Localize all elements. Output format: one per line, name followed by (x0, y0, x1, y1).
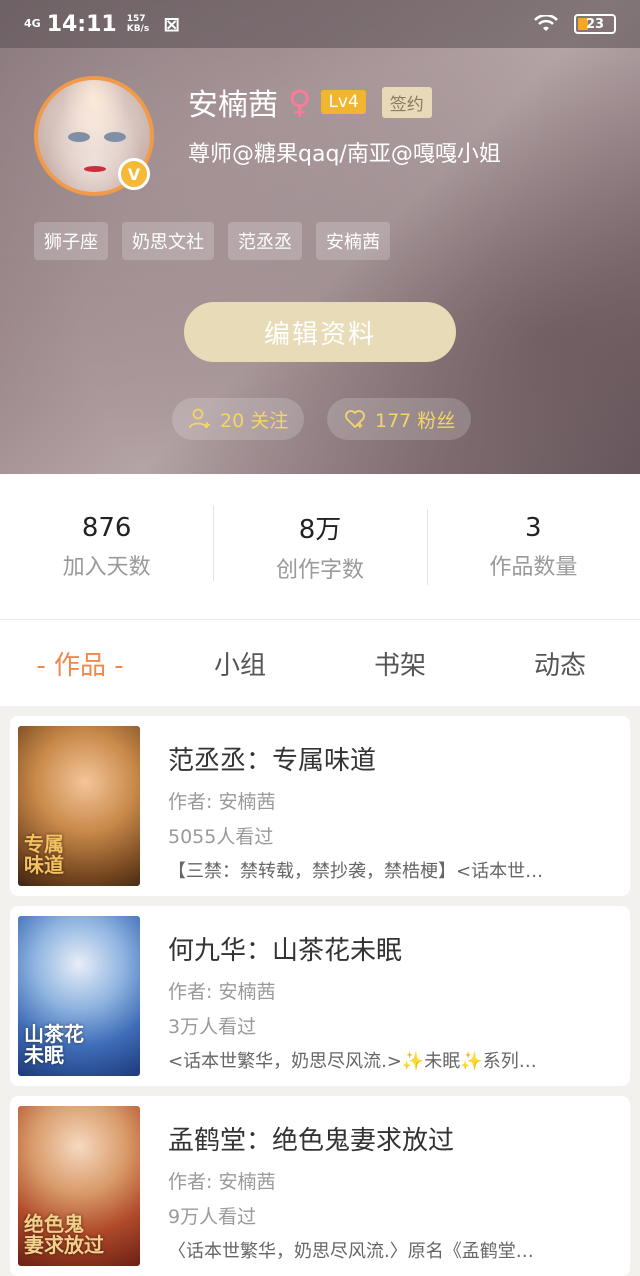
book-views: 5055人看过 (168, 826, 274, 848)
book-author: 作者: 安楠茜 (168, 791, 276, 813)
network-speed: 157 KB/s (126, 14, 150, 34)
book-title: 范丞丞：专属味道 (168, 746, 377, 776)
list-item[interactable]: 绝色鬼 妻求放过 孟鹤堂：绝色鬼妻求放过 作者: 安楠茜 9万人看过 〈话本世繁华… (10, 1096, 630, 1276)
battery-icon: 23 (574, 14, 616, 34)
book-cover: 山茶花 未眠 (18, 916, 140, 1076)
stats-bar: 876 加入天数 8万 创作字数 3 作品数量 (0, 474, 640, 620)
book-views: 3万人看过 (168, 1016, 257, 1038)
user-name-row: 安楠茜 ♀ Lv4 签约 (188, 80, 432, 124)
book-description: 〈话本世繁华，奶思尽风流.〉原名《孟鹤堂… (168, 1241, 534, 1262)
avatar[interactable]: V (34, 76, 154, 196)
user-bio: 尊师@糖果qaq/南亚@嘎嘎小姐 (188, 142, 501, 167)
user-name: 安楠茜 (188, 88, 278, 123)
book-cover: 专属 味道 (18, 726, 140, 886)
tag-list: 狮子座 奶思文社 范丞丞 安楠茜 (34, 222, 390, 260)
screenshot-icon: ⊠ (163, 12, 180, 36)
book-cover: 绝色鬼 妻求放过 (18, 1106, 140, 1266)
tab-bookshelf[interactable]: 书架 (320, 645, 480, 682)
tag-item[interactable]: 奶思文社 (122, 222, 214, 260)
list-item[interactable]: 山茶花 未眠 何九华：山茶花未眠 作者: 安楠茜 3万人看过 <话本世繁华，奶思尽… (10, 906, 630, 1086)
tag-item[interactable]: 安楠茜 (316, 222, 390, 260)
book-description: <话本世繁华，奶思尽风流.>✨未眠✨系列… (168, 1051, 537, 1072)
status-bar: 4G 14:11 157 KB/s ⊠ 23 (0, 0, 640, 48)
following-button[interactable]: 20 关注 (172, 398, 305, 440)
tab-activity[interactable]: 动态 (480, 645, 640, 682)
book-views: 9万人看过 (168, 1206, 257, 1228)
verified-icon: V (118, 158, 150, 190)
add-user-icon (189, 408, 210, 429)
profile-header: 4G 14:11 157 KB/s ⊠ 23 V 安楠茜 ♀ Lv4 签约 尊师@… (0, 0, 640, 474)
works-list: 专属 味道 范丞丞：专属味道 作者: 安楠茜 5055人看过 【三禁：禁转载，禁抄… (10, 716, 630, 1276)
tab-works[interactable]: - 作品 - (0, 645, 160, 682)
list-item[interactable]: 专属 味道 范丞丞：专属味道 作者: 安楠茜 5055人看过 【三禁：禁转载，禁抄… (10, 716, 630, 896)
signal-indicator: 4G (24, 17, 41, 30)
tab-groups[interactable]: 小组 (160, 645, 320, 682)
book-title: 孟鹤堂：绝色鬼妻求放过 (168, 1126, 455, 1156)
heart-icon (345, 410, 365, 429)
book-title: 何九华：山茶花未眠 (168, 936, 403, 966)
followers-count: 177 粉丝 (375, 409, 456, 432)
contract-badge: 签约 (381, 86, 432, 118)
wifi-icon (534, 15, 558, 31)
tag-item[interactable]: 范丞丞 (228, 222, 302, 260)
book-description: 【三禁：禁转载，禁抄袭，禁梏梗】<话本世… (168, 861, 544, 882)
book-author: 作者: 安楠茜 (168, 1171, 276, 1193)
following-count: 20 关注 (220, 409, 289, 432)
edit-profile-button[interactable]: 编辑资料 (184, 302, 456, 362)
stat-works-count: 3 作品数量 (426, 508, 640, 585)
stat-word-count: 8万 创作字数 (213, 505, 426, 584)
stat-join-days: 876 加入天数 (62, 512, 151, 580)
tab-bar: - 作品 - 小组 书架 动态 (0, 620, 640, 706)
female-icon: ♀ (288, 83, 312, 121)
followers-button[interactable]: 177 粉丝 (327, 398, 472, 440)
clock: 14:11 (46, 11, 117, 37)
tag-item[interactable]: 狮子座 (34, 222, 108, 260)
book-author: 作者: 安楠茜 (168, 981, 276, 1003)
level-badge: Lv4 (321, 90, 366, 114)
